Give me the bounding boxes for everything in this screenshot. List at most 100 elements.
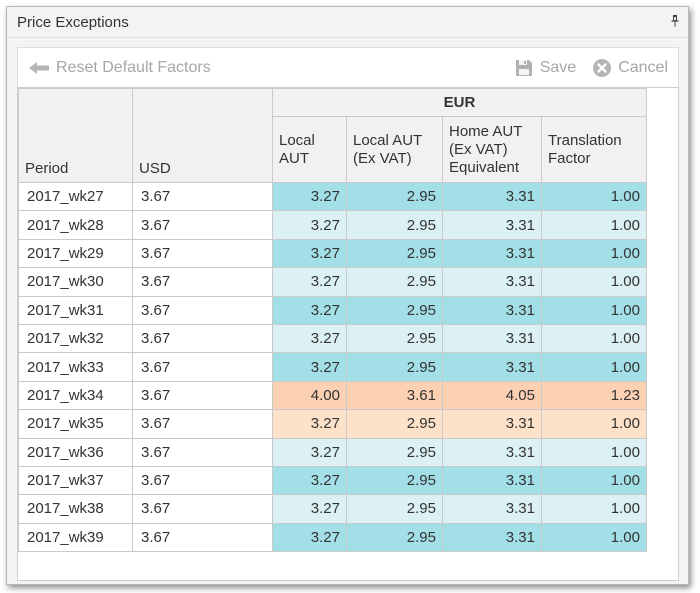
cell-period[interactable]: 2017_wk29 bbox=[18, 238, 133, 269]
cell-period[interactable]: 2017_wk38 bbox=[18, 494, 133, 524]
cell-period[interactable]: 2017_wk31 bbox=[18, 295, 133, 325]
column-header-local-aut-ex-vat[interactable]: Local AUT (Ex VAT) bbox=[346, 116, 443, 183]
cell-translation-factor[interactable]: 1.00 bbox=[541, 181, 647, 212]
pin-icon[interactable] bbox=[670, 14, 680, 30]
cell-translation-factor[interactable]: 1.00 bbox=[541, 409, 647, 439]
cell-translation-factor[interactable]: 1.00 bbox=[541, 437, 647, 467]
cell-usd[interactable]: 3.67 bbox=[132, 267, 273, 297]
cell-period[interactable]: 2017_wk35 bbox=[18, 409, 133, 439]
cell-usd[interactable]: 3.67 bbox=[132, 494, 273, 524]
table-row[interactable]: 2017_wk37 3.67 3.27 2.95 3.31 1.00 bbox=[18, 465, 647, 496]
cell-period[interactable]: 2017_wk37 bbox=[18, 465, 133, 496]
table-row-exception[interactable]: 2017_wk34 3.67 4.00 3.61 4.05 1.23 bbox=[18, 380, 647, 411]
cell-local-aut-ex-vat[interactable]: 2.95 bbox=[346, 352, 443, 382]
cell-home-aut[interactable]: 3.31 bbox=[442, 267, 542, 297]
table-row[interactable]: 2017_wk30 3.67 3.27 2.95 3.31 1.00 bbox=[18, 267, 647, 297]
cell-local-aut[interactable]: 3.27 bbox=[272, 522, 347, 553]
cell-translation-factor[interactable]: 1.00 bbox=[541, 238, 647, 269]
cell-home-aut[interactable]: 3.31 bbox=[442, 352, 542, 382]
cell-home-aut[interactable]: 3.31 bbox=[442, 238, 542, 269]
cell-home-aut[interactable]: 3.31 bbox=[442, 437, 542, 467]
cell-local-aut-ex-vat[interactable]: 2.95 bbox=[346, 437, 443, 467]
cell-local-aut[interactable]: 3.27 bbox=[272, 409, 347, 439]
table-row-exception[interactable]: 2017_wk35 3.67 3.27 2.95 3.31 1.00 bbox=[18, 409, 647, 439]
column-header-period[interactable]: Period bbox=[18, 116, 133, 183]
cell-local-aut[interactable]: 3.27 bbox=[272, 295, 347, 325]
cell-usd[interactable]: 3.67 bbox=[132, 323, 273, 354]
cell-home-aut[interactable]: 3.31 bbox=[442, 494, 542, 524]
column-header-home-aut[interactable]: Home AUT (Ex VAT) Equivalent bbox=[442, 116, 542, 183]
cell-local-aut[interactable]: 3.27 bbox=[272, 465, 347, 496]
cell-usd[interactable]: 3.67 bbox=[132, 210, 273, 240]
cell-usd[interactable]: 3.67 bbox=[132, 380, 273, 411]
cell-usd[interactable]: 3.67 bbox=[132, 465, 273, 496]
cell-usd[interactable]: 3.67 bbox=[132, 437, 273, 467]
cell-period[interactable]: 2017_wk36 bbox=[18, 437, 133, 467]
cell-home-aut[interactable]: 3.31 bbox=[442, 295, 542, 325]
cell-translation-factor[interactable]: 1.00 bbox=[541, 323, 647, 354]
cell-home-aut[interactable]: 4.05 bbox=[442, 380, 542, 411]
cell-period[interactable]: 2017_wk30 bbox=[18, 267, 133, 297]
cell-period[interactable]: 2017_wk33 bbox=[18, 352, 133, 382]
cell-local-aut-ex-vat[interactable]: 2.95 bbox=[346, 522, 443, 553]
reset-default-factors-button[interactable]: Reset Default Factors bbox=[28, 59, 211, 77]
table-row[interactable]: 2017_wk38 3.67 3.27 2.95 3.31 1.00 bbox=[18, 494, 647, 524]
cell-period[interactable]: 2017_wk27 bbox=[18, 181, 133, 212]
cell-translation-factor[interactable]: 1.00 bbox=[541, 352, 647, 382]
column-header-usd[interactable]: USD bbox=[132, 116, 273, 183]
table-row[interactable]: 2017_wk27 3.67 3.27 2.95 3.31 1.00 bbox=[18, 181, 647, 212]
table-row[interactable]: 2017_wk32 3.67 3.27 2.95 3.31 1.00 bbox=[18, 323, 647, 354]
cell-home-aut[interactable]: 3.31 bbox=[442, 465, 542, 496]
cell-local-aut-ex-vat[interactable]: 2.95 bbox=[346, 210, 443, 240]
cell-translation-factor[interactable]: 1.00 bbox=[541, 267, 647, 297]
cell-translation-factor[interactable]: 1.00 bbox=[541, 295, 647, 325]
save-button[interactable]: Save bbox=[514, 58, 576, 78]
cell-local-aut[interactable]: 3.27 bbox=[272, 323, 347, 354]
cell-usd[interactable]: 3.67 bbox=[132, 238, 273, 269]
cell-translation-factor[interactable]: 1.00 bbox=[541, 210, 647, 240]
cell-usd[interactable]: 3.67 bbox=[132, 409, 273, 439]
cell-translation-factor[interactable]: 1.23 bbox=[541, 380, 647, 411]
cell-translation-factor[interactable]: 1.00 bbox=[541, 522, 647, 553]
cell-local-aut[interactable]: 3.27 bbox=[272, 238, 347, 269]
table-row[interactable]: 2017_wk31 3.67 3.27 2.95 3.31 1.00 bbox=[18, 295, 647, 325]
table-row[interactable]: 2017_wk33 3.67 3.27 2.95 3.31 1.00 bbox=[18, 352, 647, 382]
cell-local-aut-ex-vat[interactable]: 2.95 bbox=[346, 409, 443, 439]
cell-local-aut-ex-vat[interactable]: 3.61 bbox=[346, 380, 443, 411]
cell-home-aut[interactable]: 3.31 bbox=[442, 409, 542, 439]
cell-local-aut[interactable]: 3.27 bbox=[272, 352, 347, 382]
cell-local-aut-ex-vat[interactable]: 2.95 bbox=[346, 494, 443, 524]
cell-period[interactable]: 2017_wk28 bbox=[18, 210, 133, 240]
cell-usd[interactable]: 3.67 bbox=[132, 352, 273, 382]
cell-local-aut[interactable]: 3.27 bbox=[272, 267, 347, 297]
cell-period[interactable]: 2017_wk34 bbox=[18, 380, 133, 411]
cell-local-aut-ex-vat[interactable]: 2.95 bbox=[346, 267, 443, 297]
cell-translation-factor[interactable]: 1.00 bbox=[541, 494, 647, 524]
cell-usd[interactable]: 3.67 bbox=[132, 295, 273, 325]
table-row[interactable]: 2017_wk36 3.67 3.27 2.95 3.31 1.00 bbox=[18, 437, 647, 467]
cell-local-aut-ex-vat[interactable]: 2.95 bbox=[346, 323, 443, 354]
table-row[interactable]: 2017_wk28 3.67 3.27 2.95 3.31 1.00 bbox=[18, 210, 647, 240]
cell-translation-factor[interactable]: 1.00 bbox=[541, 465, 647, 496]
cell-home-aut[interactable]: 3.31 bbox=[442, 181, 542, 212]
cell-home-aut[interactable]: 3.31 bbox=[442, 323, 542, 354]
cell-local-aut-ex-vat[interactable]: 2.95 bbox=[346, 295, 443, 325]
cell-local-aut-ex-vat[interactable]: 2.95 bbox=[346, 465, 443, 496]
cell-local-aut[interactable]: 4.00 bbox=[272, 380, 347, 411]
table-row[interactable]: 2017_wk39 3.67 3.27 2.95 3.31 1.00 bbox=[18, 522, 647, 553]
cell-local-aut-ex-vat[interactable]: 2.95 bbox=[346, 181, 443, 212]
cell-home-aut[interactable]: 3.31 bbox=[442, 210, 542, 240]
column-header-translation-factor[interactable]: Translation Factor bbox=[541, 116, 647, 183]
cell-local-aut[interactable]: 3.27 bbox=[272, 210, 347, 240]
column-header-local-aut[interactable]: Local AUT bbox=[272, 116, 347, 183]
cancel-button[interactable]: Cancel bbox=[592, 58, 668, 78]
cell-period[interactable]: 2017_wk39 bbox=[18, 522, 133, 553]
cell-usd[interactable]: 3.67 bbox=[132, 181, 273, 212]
table-row[interactable]: 2017_wk29 3.67 3.27 2.95 3.31 1.00 bbox=[18, 238, 647, 269]
cell-home-aut[interactable]: 3.31 bbox=[442, 522, 542, 553]
cell-local-aut-ex-vat[interactable]: 2.95 bbox=[346, 238, 443, 269]
cell-local-aut[interactable]: 3.27 bbox=[272, 494, 347, 524]
cell-period[interactable]: 2017_wk32 bbox=[18, 323, 133, 354]
cell-local-aut[interactable]: 3.27 bbox=[272, 181, 347, 212]
cell-usd[interactable]: 3.67 bbox=[132, 522, 273, 553]
